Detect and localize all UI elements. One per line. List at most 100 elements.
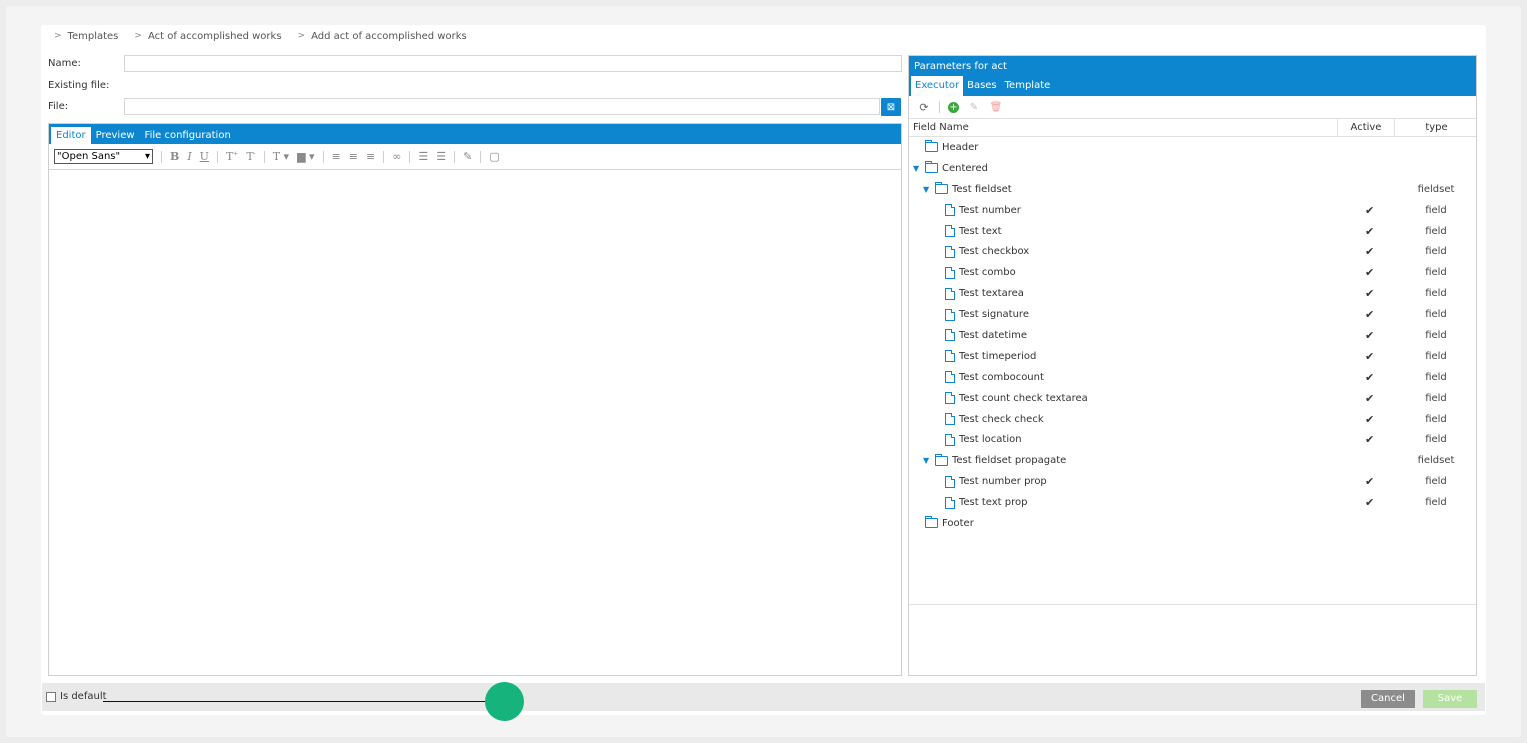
tree-node[interactable]: Test location: [945, 433, 1022, 446]
italic-icon[interactable]: I: [187, 150, 191, 163]
tree-row[interactable]: Test timeperiod ✔ field: [909, 346, 1476, 367]
tab-preview[interactable]: Preview: [91, 127, 140, 144]
file-icon: [945, 475, 955, 488]
active-check-icon: ✔: [1365, 370, 1375, 384]
edit-icon[interactable]: ✎: [967, 100, 981, 114]
background-color-icon[interactable]: ▆ ▾: [297, 150, 314, 163]
tree-row[interactable]: ▼ Test fieldset propagate fieldset: [909, 450, 1476, 471]
tree-node[interactable]: Test number prop: [945, 475, 1047, 488]
cancel-button[interactable]: Cancel: [1361, 690, 1415, 708]
tree-row[interactable]: Test text prop ✔ field: [909, 492, 1476, 513]
tree-node[interactable]: Test timeperiod: [945, 350, 1037, 363]
tree-node-label: Footer: [942, 517, 974, 529]
checkbox-box[interactable]: [46, 691, 56, 702]
tree-row[interactable]: Test datetime ✔ field: [909, 325, 1476, 346]
tab-template[interactable]: Template: [1001, 76, 1055, 96]
editor-toolbar: "Open Sans" ▾ B I U T+ T- T ▾ ▆ ▾ ≡ ≡ ≡ ∞…: [49, 144, 901, 170]
superscript-icon[interactable]: T+: [226, 150, 238, 163]
tab-editor[interactable]: Editor: [51, 127, 91, 144]
tree-row[interactable]: Test text ✔ field: [909, 221, 1476, 242]
caret-down-icon[interactable]: ▼: [923, 185, 931, 194]
caret-down-icon[interactable]: ▼: [923, 456, 931, 465]
tab-executor[interactable]: Executor: [911, 76, 964, 96]
row-type: field: [1425, 476, 1447, 488]
file-label: File:: [48, 101, 69, 112]
tree-row[interactable]: Test textarea ✔ field: [909, 283, 1476, 304]
tree-node[interactable]: Test combocount: [945, 371, 1044, 384]
row-type: field: [1425, 350, 1447, 362]
tree-node[interactable]: Footer: [913, 516, 974, 529]
is-default-label: Is default: [60, 691, 107, 702]
add-icon[interactable]: +: [948, 101, 959, 113]
tree-row[interactable]: Test signature ✔ field: [909, 304, 1476, 325]
align-center-icon[interactable]: ≡: [349, 150, 358, 163]
tree-node[interactable]: Test datetime: [945, 329, 1027, 342]
tree-node[interactable]: Test number: [945, 204, 1021, 217]
breadcrumb-item-templates[interactable]: > Templates: [54, 29, 118, 43]
caret-down-icon[interactable]: ▼: [913, 164, 921, 173]
source-icon[interactable]: ▢: [489, 150, 499, 163]
name-input[interactable]: [124, 55, 902, 72]
clear-format-icon[interactable]: ✎: [463, 150, 472, 163]
breadcrumb-item-act[interactable]: > Act of accomplished works: [134, 29, 281, 43]
tree-row[interactable]: ▼ Centered: [909, 158, 1476, 179]
file-input[interactable]: [124, 98, 880, 115]
active-check-icon: ✔: [1365, 391, 1375, 405]
active-check-icon: ✔: [1365, 433, 1375, 447]
tree-row[interactable]: Test combocount ✔ field: [909, 367, 1476, 388]
row-type: field: [1425, 413, 1447, 425]
tree-node[interactable]: ▼ Test fieldset propagate: [923, 453, 1066, 466]
refresh-icon[interactable]: ⟳: [917, 100, 931, 114]
toolbar-separator: [263, 150, 265, 163]
bold-icon[interactable]: B: [170, 150, 179, 163]
tree-row[interactable]: Test check check ✔ field: [909, 409, 1476, 430]
tree-node[interactable]: Test check check: [945, 413, 1044, 426]
tree-row[interactable]: Footer: [909, 513, 1476, 534]
chevron-right-icon: >: [297, 31, 306, 41]
toolbar-separator: [161, 150, 162, 163]
align-left-icon[interactable]: ≡: [332, 150, 341, 163]
tree-node[interactable]: ▼ Centered: [913, 161, 988, 174]
column-field-name[interactable]: Field Name: [913, 122, 969, 133]
tree-row[interactable]: Header: [909, 137, 1476, 158]
tree-row[interactable]: Test count check textarea ✔ field: [909, 388, 1476, 409]
delete-icon[interactable]: 🗑: [989, 100, 1003, 114]
tree-row[interactable]: Test number prop ✔ field: [909, 471, 1476, 492]
column-active[interactable]: Active: [1337, 118, 1394, 137]
ordered-list-icon[interactable]: ☰: [418, 150, 428, 163]
unordered-list-icon[interactable]: ☰: [436, 150, 446, 163]
tree-node[interactable]: ▼ Test fieldset: [923, 182, 1012, 195]
tab-bases[interactable]: Bases: [963, 76, 1001, 96]
tree-node[interactable]: Test textarea: [945, 287, 1024, 300]
tree-row[interactable]: ▼ Test fieldset fieldset: [909, 179, 1476, 200]
toolbar-separator: [322, 150, 324, 163]
tree-node[interactable]: Test signature: [945, 308, 1029, 321]
tree-row[interactable]: Test location ✔ field: [909, 429, 1476, 450]
tree-node[interactable]: Test text: [945, 225, 1002, 237]
text-color-icon[interactable]: T ▾: [273, 150, 289, 163]
tree-row[interactable]: Test combo ✔ field: [909, 262, 1476, 283]
tree-row[interactable]: Test checkbox ✔ field: [909, 241, 1476, 262]
row-type: field: [1425, 497, 1447, 509]
is-default-checkbox[interactable]: Is default: [46, 691, 107, 702]
tree-row[interactable]: Test number ✔ field: [909, 200, 1476, 221]
tree-node[interactable]: Header: [913, 140, 978, 153]
align-right-icon[interactable]: ≡: [366, 150, 375, 163]
tree-node[interactable]: Test count check textarea: [945, 392, 1088, 405]
column-type[interactable]: type: [1394, 118, 1478, 137]
tree-node[interactable]: Test text prop: [945, 496, 1028, 509]
tree-node-label: Test combo: [959, 267, 1016, 279]
folder-icon: [925, 516, 938, 529]
tree-node[interactable]: Test checkbox: [945, 245, 1029, 258]
file-upload-button[interactable]: ⊠: [881, 98, 901, 116]
tree-node[interactable]: Test combo: [945, 266, 1016, 279]
tree-node-label: Test timeperiod: [959, 350, 1037, 362]
tab-file-configuration[interactable]: File configuration: [140, 127, 236, 144]
parameters-header: Parameters for act Executor Bases Templa…: [909, 56, 1476, 96]
font-family-select[interactable]: "Open Sans" ▾: [54, 149, 153, 164]
link-icon[interactable]: ∞: [392, 150, 401, 163]
subscript-icon[interactable]: T-: [246, 150, 255, 163]
underline-icon[interactable]: U: [200, 150, 209, 163]
save-button[interactable]: Save: [1423, 690, 1477, 708]
name-label: Name:: [48, 58, 81, 69]
